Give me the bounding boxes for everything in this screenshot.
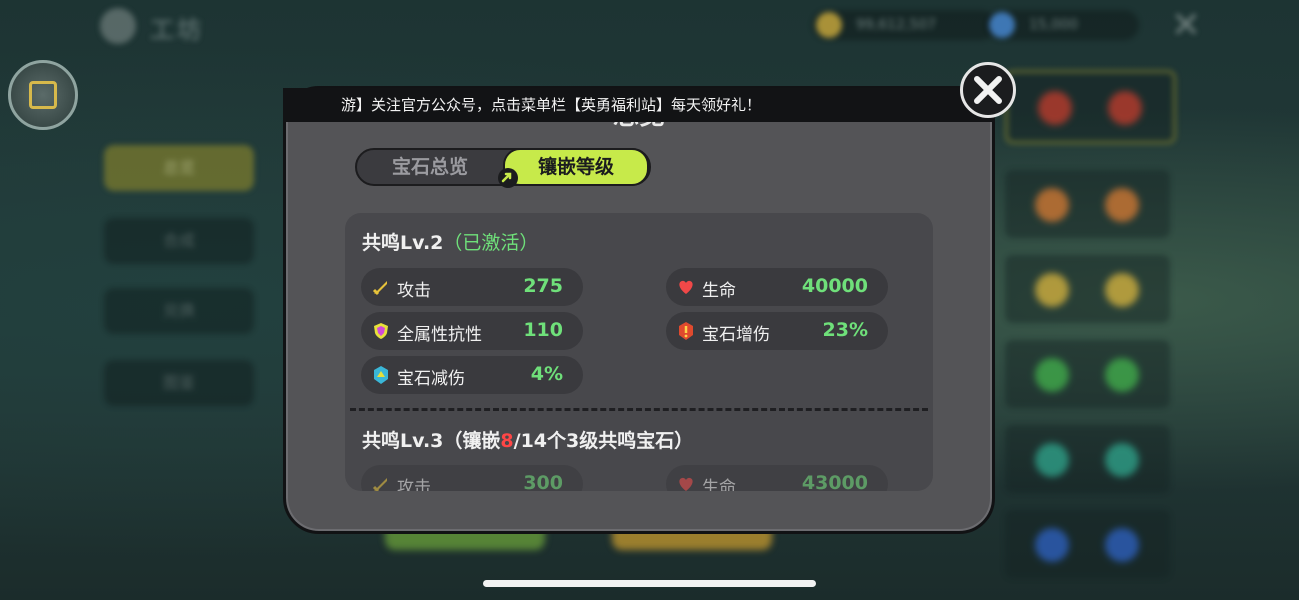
level3-stats-clip: 攻击 300 生命 43000 [345,462,933,491]
left-menu-exchange[interactable]: 兑换 [104,288,254,334]
heart-icon [679,477,693,491]
gem-currency: 15,000 [985,10,1139,40]
gold-currency: 99,612,507 [812,10,996,40]
gem-reduce-icon [374,366,388,384]
green-gem-icon [1105,358,1139,392]
gold-coin-icon [816,12,842,38]
background-title: 工坊 [150,16,204,44]
player-avatar[interactable] [8,60,78,130]
level2-title: 共鸣Lv.2（已激活） [362,232,539,254]
blue-gem-icon [1035,528,1069,562]
blue-gem-icon [1105,528,1139,562]
left-menu-compose[interactable]: 合成 [104,218,254,264]
gem-slot-row[interactable] [1005,340,1170,408]
stat-hp: 生命 40000 [666,268,888,306]
announcement-marquee: 游】关注官方公众号，点击菜单栏【英勇福利站】每天领好礼！ [283,88,995,122]
tab-arrow-icon [498,168,518,188]
section-divider [350,408,928,411]
blue-gem-icon [989,12,1015,38]
red-gem-icon [1108,91,1142,125]
close-button[interactable] [960,62,1016,118]
workshop-icon [100,8,136,44]
marquee-text: 游】关注官方公众号，点击菜单栏【英勇福利站】每天领好礼！ [341,96,762,114]
activated-status: （已激活） [443,232,539,254]
stat-attack: 攻击 300 [361,465,583,491]
gem-damage-icon [679,322,693,340]
gem-slot-row[interactable] [1005,170,1170,238]
stat-hp: 生命 43000 [666,465,888,491]
sword-icon [372,478,387,491]
tab-gem-overview[interactable]: 宝石总览 [357,150,503,184]
close-icon [974,76,1002,104]
gem-slot-row[interactable] [1005,510,1170,578]
stat-gem-damage: 宝石增伤 23% [666,312,888,350]
gem-slot-row[interactable] [1005,255,1170,323]
level3-title: 共鸣Lv.3（镶嵌8/14个3级共鸣宝石） [362,430,694,452]
stat-attack: 攻击 275 [361,268,583,306]
green-gem-icon [1035,358,1069,392]
stat-gem-reduce: 宝石减伤 4% [361,356,583,394]
teal-gem-icon [1105,443,1139,477]
stat-all-resist: 全属性抗性 110 [361,312,583,350]
heart-icon [679,280,693,294]
sword-icon [372,281,387,296]
home-indicator[interactable] [483,580,816,587]
gem-slot-row[interactable] [1005,70,1176,144]
avatar-emblem-icon [29,81,57,109]
gem-slot-row[interactable] [1005,425,1170,493]
left-menu-codex[interactable]: 图鉴 [104,360,254,406]
red-gem-icon [1038,91,1072,125]
tab-inlay-level[interactable]: 镶嵌等级 [503,148,649,186]
orange-gem-icon [1105,188,1139,222]
left-menu-overview[interactable]: 总览 [104,145,254,191]
orange-gem-icon [1035,188,1069,222]
yellow-gem-icon [1035,273,1069,307]
inlay-count: 8 [500,430,514,452]
yellow-gem-icon [1105,273,1139,307]
shield-icon [374,323,388,339]
background-close-icon[interactable]: ✕ [1168,8,1204,44]
teal-gem-icon [1035,443,1069,477]
